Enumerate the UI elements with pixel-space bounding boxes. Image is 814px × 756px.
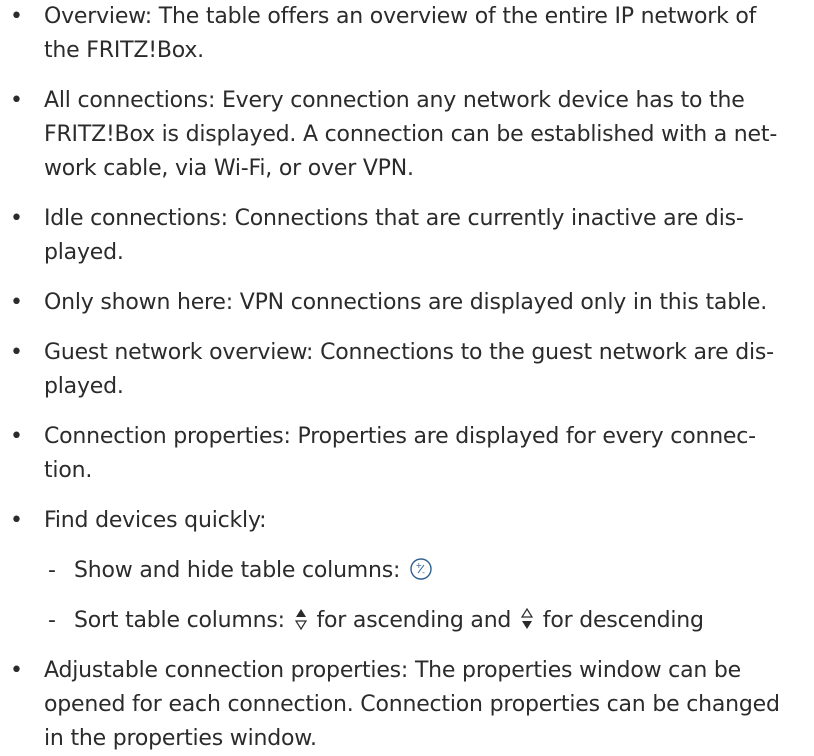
list-item-text: Only shown here: VPN connections are dis…: [44, 290, 768, 315]
sort-ascending-label: for ascending and: [316, 608, 512, 633]
list-item-text: in the properties window.: [44, 726, 317, 751]
dash-marker: -: [48, 558, 56, 583]
sort-label: Sort table columns:: [74, 608, 285, 633]
list-item-text: Overview: The table offers an overview o…: [44, 4, 757, 29]
list-item-text: Adjustable connection properties: The pr…: [44, 658, 741, 683]
svg-text:-: -: [422, 568, 425, 577]
bullet-dot: •: [10, 4, 23, 29]
list-item-text: work cable, via Wi-Fi, or over VPN.: [44, 156, 414, 181]
list-item-text: tion.: [44, 458, 93, 483]
list-item-text: FRITZ!Box is displayed. A connection can…: [44, 122, 778, 147]
sub-item-text: Sort table columns: for ascending and fo…: [74, 604, 704, 638]
list-item-text: Guest network overview: Connections to t…: [44, 340, 774, 365]
list-item-text: the FRITZ!Box.: [44, 38, 204, 63]
bullet-dot: •: [10, 424, 23, 449]
bullet-dot: •: [10, 658, 23, 683]
list-item-text: Find devices quickly:: [44, 508, 267, 533]
list-item-text: opened for each connection. Connection p…: [44, 692, 780, 717]
document-page: • Overview: The table offers an overview…: [0, 0, 814, 751]
bullet-dot: •: [10, 340, 23, 365]
show-hide-label: Show and hide table columns:: [74, 558, 401, 583]
list-item-text: Connection properties: Properties are di…: [44, 424, 756, 449]
sort-ascending-icon: [294, 609, 307, 631]
bullet-dot: •: [10, 206, 23, 231]
dash-marker: -: [48, 608, 56, 633]
bullet-dot: •: [10, 508, 23, 533]
plus-minus-circle-icon: + -: [410, 558, 432, 580]
list-item-text: played.: [44, 240, 124, 265]
bullet-dot: •: [10, 290, 23, 315]
sub-item-text: Show and hide table columns: + -: [74, 554, 433, 588]
list-item-text: played.: [44, 374, 124, 399]
sort-descending-icon: [520, 607, 534, 629]
list-item-text: Idle connections: Connections that are c…: [44, 206, 744, 231]
sort-descending-label: for descending: [542, 608, 704, 633]
list-item-text: All connections: Every connection any ne…: [44, 88, 745, 113]
bullet-dot: •: [10, 88, 23, 113]
